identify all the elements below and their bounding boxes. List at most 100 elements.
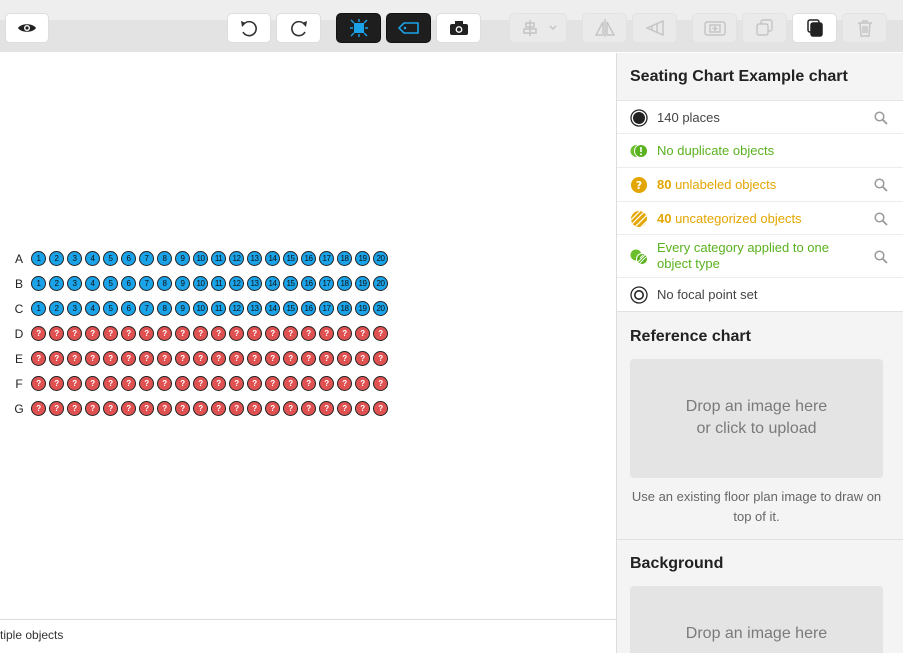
seat[interactable]: ? (139, 401, 154, 416)
seat[interactable]: ? (265, 326, 280, 341)
seat[interactable]: 16 (301, 251, 316, 266)
seat[interactable]: ? (283, 326, 298, 341)
seat[interactable]: 14 (265, 251, 280, 266)
seat[interactable]: ? (301, 326, 316, 341)
seat[interactable]: ? (103, 351, 118, 366)
seat[interactable]: 14 (265, 301, 280, 316)
seat[interactable]: ? (193, 351, 208, 366)
seat[interactable]: ? (31, 326, 46, 341)
row-label[interactable]: E (12, 352, 26, 366)
seat[interactable]: 15 (283, 301, 298, 316)
seat[interactable]: 17 (319, 276, 334, 291)
search-icon[interactable] (874, 211, 888, 226)
seat[interactable]: ? (355, 351, 370, 366)
seat[interactable]: ? (103, 376, 118, 391)
search-icon[interactable] (874, 110, 888, 125)
seat[interactable]: ? (283, 376, 298, 391)
seat[interactable]: ? (211, 401, 226, 416)
background-dropzone[interactable]: Drop an image here (630, 586, 883, 653)
seat[interactable]: ? (31, 401, 46, 416)
seat[interactable]: ? (121, 401, 136, 416)
seat[interactable]: 15 (283, 276, 298, 291)
seat[interactable]: ? (175, 401, 190, 416)
seat[interactable]: 12 (229, 301, 244, 316)
seat[interactable]: ? (337, 376, 352, 391)
redo-button[interactable] (276, 13, 321, 43)
seat[interactable]: ? (121, 376, 136, 391)
stat-unlabeled[interactable]: ? 80 unlabeled objects (617, 168, 903, 202)
seat[interactable]: ? (157, 351, 172, 366)
seat[interactable]: ? (373, 376, 388, 391)
seat[interactable]: 2 (49, 301, 64, 316)
seat[interactable]: ? (193, 401, 208, 416)
seat[interactable]: ? (265, 376, 280, 391)
seat[interactable]: 18 (337, 301, 352, 316)
seat[interactable]: ? (31, 376, 46, 391)
seat[interactable]: ? (247, 351, 262, 366)
seat[interactable]: ? (193, 376, 208, 391)
seat[interactable]: 7 (139, 251, 154, 266)
seat[interactable]: 19 (355, 251, 370, 266)
seat[interactable]: 10 (193, 251, 208, 266)
seat[interactable]: ? (211, 351, 226, 366)
seat[interactable]: ? (139, 376, 154, 391)
flip-button[interactable] (582, 13, 627, 43)
seat[interactable]: ? (355, 326, 370, 341)
seat[interactable]: 8 (157, 276, 172, 291)
seat[interactable]: 1 (31, 276, 46, 291)
seat[interactable]: ? (355, 376, 370, 391)
seat[interactable]: ? (49, 326, 64, 341)
seat[interactable]: ? (139, 326, 154, 341)
seat[interactable]: 13 (247, 251, 262, 266)
seat[interactable]: ? (49, 351, 64, 366)
seat[interactable]: 20 (373, 251, 388, 266)
chart-canvas[interactable]: A 1 2 3 4 5 6 7 8 9 10 11 12 13 14 15 16 17 18 19 20 B 1 2 3 4 5 6 7… (0, 53, 616, 619)
seat[interactable]: 5 (103, 276, 118, 291)
seat[interactable]: 7 (139, 276, 154, 291)
seat[interactable]: ? (301, 401, 316, 416)
seat[interactable]: ? (175, 376, 190, 391)
search-icon[interactable] (874, 249, 888, 264)
seat[interactable]: 7 (139, 301, 154, 316)
seat[interactable]: 12 (229, 276, 244, 291)
seat[interactable]: ? (229, 351, 244, 366)
seat[interactable]: ? (85, 376, 100, 391)
group-button[interactable] (692, 13, 737, 43)
seat[interactable]: 8 (157, 251, 172, 266)
seat[interactable]: ? (319, 326, 334, 341)
seat[interactable]: 19 (355, 276, 370, 291)
seat[interactable]: 1 (31, 301, 46, 316)
seat[interactable]: 13 (247, 301, 262, 316)
seat[interactable]: ? (157, 326, 172, 341)
seat[interactable]: 11 (211, 276, 226, 291)
seat[interactable]: 20 (373, 276, 388, 291)
row-label[interactable]: B (12, 277, 26, 291)
seat[interactable]: ? (373, 351, 388, 366)
seat[interactable]: ? (67, 401, 82, 416)
seat[interactable]: 16 (301, 276, 316, 291)
seat[interactable]: 4 (85, 301, 100, 316)
seat[interactable]: ? (31, 351, 46, 366)
search-icon[interactable] (874, 178, 888, 192)
label-tool-button[interactable] (386, 13, 431, 43)
seat[interactable]: ? (49, 376, 64, 391)
row-label[interactable]: D (12, 327, 26, 341)
seat[interactable]: 10 (193, 276, 208, 291)
copy-button[interactable] (792, 13, 837, 43)
seat[interactable]: 11 (211, 251, 226, 266)
seat[interactable]: ? (319, 351, 334, 366)
seat[interactable]: ? (265, 401, 280, 416)
seat[interactable]: 14 (265, 276, 280, 291)
seat[interactable]: 18 (337, 251, 352, 266)
seat[interactable]: ? (157, 401, 172, 416)
align-dropdown[interactable] (509, 13, 567, 43)
seat[interactable]: 6 (121, 251, 136, 266)
seat[interactable]: ? (211, 326, 226, 341)
seat[interactable]: ? (139, 351, 154, 366)
seat[interactable]: 8 (157, 301, 172, 316)
seat[interactable]: 5 (103, 251, 118, 266)
seat[interactable]: ? (301, 376, 316, 391)
row-label[interactable]: F (12, 377, 26, 391)
seat[interactable]: ? (319, 401, 334, 416)
undo-button[interactable] (227, 13, 271, 43)
